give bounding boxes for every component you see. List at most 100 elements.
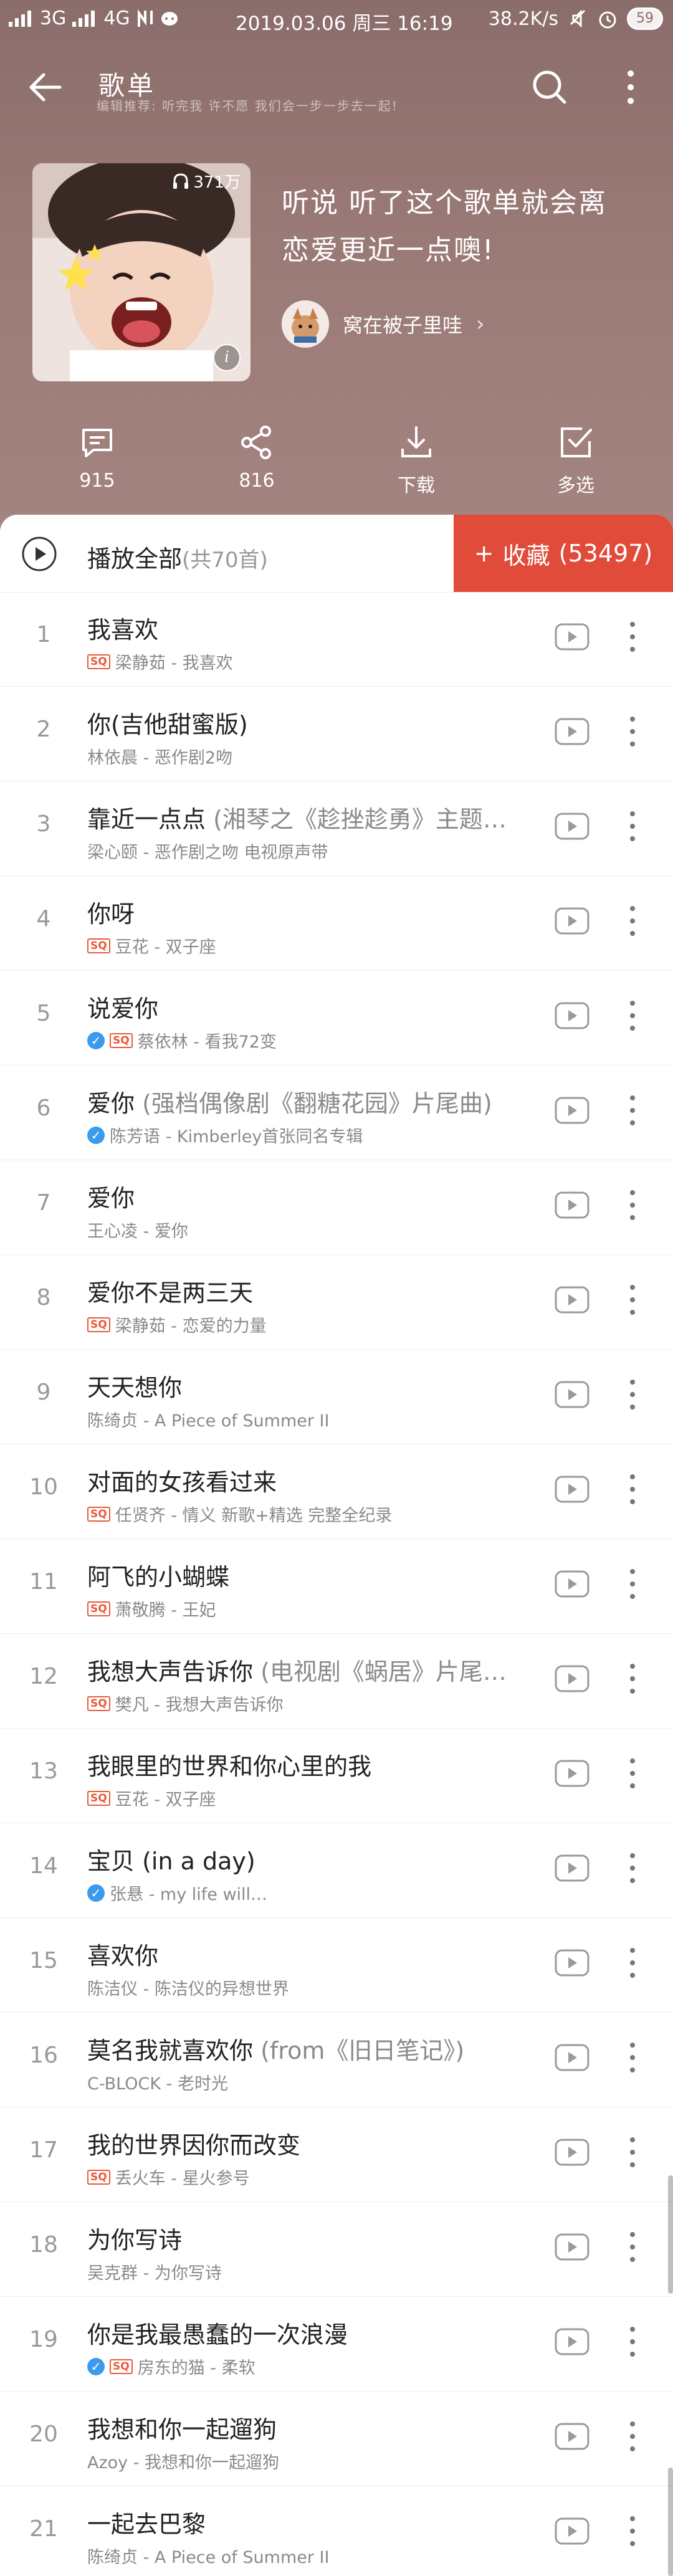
song-row[interactable]: 13 我眼里的世界和你心里的我 SQ 豆花 - 双子座: [0, 1729, 673, 1823]
artist-album: 樊凡 - 我想大声告诉你: [115, 1696, 284, 1715]
more-vertical-icon[interactable]: [623, 1472, 642, 1507]
song-row[interactable]: 2 你(吉他甜蜜版) 林依晨 - 恶作剧2吻: [0, 687, 673, 781]
more-vertical-icon[interactable]: [623, 998, 642, 1033]
info-icon[interactable]: i: [213, 344, 241, 371]
song-title-text: 喜欢你: [87, 1942, 159, 1970]
mv-play-icon[interactable]: [555, 2139, 589, 2166]
more-vertical-icon[interactable]: [623, 2324, 642, 2359]
more-vertical-icon[interactable]: [623, 2230, 642, 2264]
more-vertical-icon[interactable]: [623, 904, 642, 938]
scrollbar-thumb[interactable]: [668, 2468, 673, 2576]
song-row[interactable]: 18 为你写诗 吴克群 - 为你写诗: [0, 2202, 673, 2297]
song-index: 6: [36, 1095, 51, 1121]
song-title-text: 爱你: [87, 1090, 135, 1117]
mv-play-icon[interactable]: [555, 1476, 589, 1503]
artist-album: 张悬 - my life will…: [110, 1885, 268, 1904]
song-meta: 梁心颐 - 恶作剧之吻 电视原声带: [87, 839, 536, 863]
play-all-icon[interactable]: [21, 536, 57, 572]
mv-play-icon[interactable]: [555, 1097, 589, 1124]
song-row[interactable]: 10 对面的女孩看过来 SQ 任贤齐 - 情义 新歌+精选 完整全纪录: [0, 1444, 673, 1539]
more-vertical-icon[interactable]: [623, 2135, 642, 2170]
song-index: 17: [29, 2137, 58, 2163]
collect-button[interactable]: + 收藏 (53497): [454, 515, 673, 592]
mv-play-icon[interactable]: [555, 1381, 589, 1408]
mv-play-icon[interactable]: [555, 813, 589, 840]
status-bar: 3G 4G 2019.03.06 周三 16:19 38.2K/s 59: [0, 0, 673, 41]
song-row[interactable]: 7 爱你 王心凌 - 爱你: [0, 1160, 673, 1255]
song-meta: ✓ SQ 蔡依林 - 看我72变: [87, 1028, 536, 1052]
mv-play-icon[interactable]: [555, 2517, 589, 2545]
search-button[interactable]: [527, 65, 572, 110]
song-row[interactable]: 11 阿飞的小蝴蝶 SQ 萧敬腾 - 王妃: [0, 1539, 673, 1634]
mv-play-icon[interactable]: [555, 1570, 589, 1598]
avatar-image: [282, 300, 329, 348]
mv-play-icon[interactable]: [555, 907, 589, 935]
more-vertical-icon[interactable]: [623, 2040, 642, 2075]
mv-play-icon[interactable]: [555, 1191, 589, 1219]
song-index: 20: [29, 2421, 58, 2447]
mv-play-icon[interactable]: [555, 623, 589, 651]
song-meta: ✓ SQ 房东的猫 - 柔软: [87, 2354, 536, 2378]
song-row[interactable]: 6 爱你 (强档偶像剧《翻糖花园》片尾曲) ✓ 陈芳语 - Kimberley首张…: [0, 1066, 673, 1160]
song-row[interactable]: 19 你是我最愚蠢的一次浪漫 ✓ SQ 房东的猫 - 柔软: [0, 2297, 673, 2392]
playlist-cover[interactable]: 371万 i: [32, 163, 251, 381]
comment-button[interactable]: 915: [54, 424, 141, 492]
song-row[interactable]: 21 一起去巴黎 陈绮贞 - A Piece of Summer II: [0, 2486, 673, 2576]
more-options-button[interactable]: [614, 65, 647, 110]
song-title-extra: (强档偶像剧《翻糖花园》片尾曲): [135, 1090, 492, 1117]
more-vertical-icon[interactable]: [623, 1188, 642, 1223]
network-speed: 38.2K/s: [488, 7, 558, 30]
song-row[interactable]: 17 我的世界因你而改变 SQ 丢火车 - 星火参号: [0, 2107, 673, 2202]
mv-play-icon[interactable]: [555, 1665, 589, 1692]
song-row[interactable]: 16 莫名我就喜欢你 (from《旧日笔记》) C-BLOCK - 老时光: [0, 2013, 673, 2107]
song-title: 对面的女孩看过来: [87, 1463, 536, 1497]
more-vertical-icon[interactable]: [623, 1093, 642, 1128]
song-row[interactable]: 20 我想和你一起遛狗 Azoy - 我想和你一起遛狗: [0, 2392, 673, 2486]
multi-select-button[interactable]: 多选: [532, 424, 619, 497]
more-vertical-icon[interactable]: [623, 1661, 642, 1696]
mv-play-icon[interactable]: [555, 1002, 589, 1029]
download-button[interactable]: 下载: [373, 424, 460, 497]
more-vertical-icon[interactable]: [623, 1945, 642, 1980]
song-row[interactable]: 1 我喜欢 SQ 梁静茹 - 我喜欢: [0, 592, 673, 687]
signal-icon-2: [72, 10, 95, 27]
more-vertical-icon[interactable]: [623, 1756, 642, 1791]
song-row[interactable]: 5 说爱你 ✓ SQ 蔡依林 - 看我72变: [0, 971, 673, 1066]
mv-play-icon[interactable]: [555, 2328, 589, 2355]
artist-album: 王心凌 - 爱你: [87, 1222, 188, 1241]
more-vertical-icon[interactable]: [623, 1282, 642, 1317]
mv-play-icon[interactable]: [555, 2233, 589, 2261]
mv-play-icon[interactable]: [555, 1286, 589, 1314]
verified-icon: ✓: [87, 2357, 105, 2375]
more-vertical-icon[interactable]: [623, 1377, 642, 1412]
more-vertical-icon[interactable]: [623, 809, 642, 844]
more-vertical-icon[interactable]: [623, 619, 642, 654]
more-vertical-icon[interactable]: [623, 1567, 642, 1601]
more-vertical-icon[interactable]: [623, 2514, 642, 2549]
artist-album: 萧敬腾 - 王妃: [115, 1601, 216, 1620]
creator-link[interactable]: 窝在被子里哇 ›: [282, 299, 485, 349]
scrollbar[interactable]: [668, 2175, 673, 2294]
more-vertical-icon[interactable]: [623, 2419, 642, 2454]
song-row[interactable]: 15 喜欢你 陈洁仪 - 陈洁仪的异想世界: [0, 1918, 673, 2013]
alarm-icon: [599, 11, 616, 29]
song-row[interactable]: 9 天天想你 陈绮贞 - A Piece of Summer II: [0, 1350, 673, 1444]
mv-play-icon[interactable]: [555, 1760, 589, 1787]
song-meta: 陈绮贞 - A Piece of Summer II: [87, 1407, 536, 1431]
song-row[interactable]: 3 靠近一点点 (湘琴之《趁挫趁勇》主题… 梁心颐 - 恶作剧之吻 电视原声带: [0, 781, 673, 876]
song-row[interactable]: 12 我想大声告诉你 (电视剧《蜗居》片尾… SQ 樊凡 - 我想大声告诉你: [0, 1634, 673, 1729]
mv-play-icon[interactable]: [555, 718, 589, 745]
song-row[interactable]: 8 爱你不是两三天 SQ 梁静茹 - 恋爱的力量: [0, 1255, 673, 1350]
back-button[interactable]: [24, 65, 69, 110]
share-button[interactable]: 816: [213, 424, 300, 492]
song-index: 7: [36, 1190, 51, 1216]
mv-play-icon[interactable]: [555, 2044, 589, 2071]
mv-play-icon[interactable]: [555, 2423, 589, 2450]
more-vertical-icon[interactable]: [623, 1851, 642, 1886]
mv-play-icon[interactable]: [555, 1854, 589, 1882]
song-row[interactable]: 14 宝贝 (in a day) ✓ 张悬 - my life will…: [0, 1823, 673, 1918]
mv-play-icon[interactable]: [555, 1949, 589, 1977]
play-all-button[interactable]: 播放全部(共70首): [87, 540, 268, 574]
more-vertical-icon[interactable]: [623, 714, 642, 749]
song-row[interactable]: 4 你呀 SQ 豆花 - 双子座: [0, 876, 673, 971]
